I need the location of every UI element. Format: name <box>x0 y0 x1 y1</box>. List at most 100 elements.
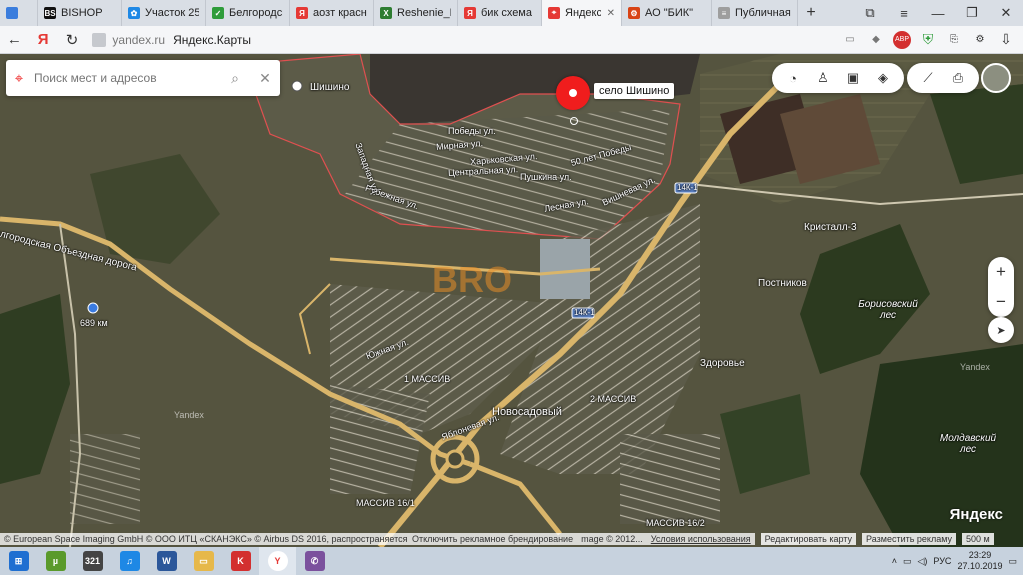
disable-ad-branding-link[interactable]: Отключить рекламное брендирование <box>408 533 578 545</box>
zoom-out-button[interactable]: − <box>988 287 1014 317</box>
browser-tab[interactable]: Яаозт красн <box>290 0 374 26</box>
taskbar-app-word[interactable]: W <box>148 547 185 575</box>
browser-tab[interactable]: ≡ Публичная <box>712 0 798 26</box>
print-icon[interactable]: ⎙ <box>943 70 973 86</box>
search-input[interactable] <box>32 70 220 86</box>
tab-label: аозт красн <box>313 7 367 19</box>
tab-list: BS BISHOP ✿ Участок 25 ✓ Белгородск Яаозт крас… <box>0 0 798 26</box>
music-app-icon: ♫ <box>119 551 140 571</box>
tab-favicon-icon: ≡ <box>718 7 730 19</box>
browser-tab[interactable] <box>0 0 38 26</box>
restore-button[interactable]: ❐ <box>955 0 989 26</box>
browser-tab[interactable]: Ябик схема <box>458 0 542 26</box>
browser-tab[interactable]: ⚙ АО "БИК" <box>622 0 712 26</box>
tab-label: Reshenie_Be <box>397 7 451 19</box>
search-icon[interactable]: ⌕ <box>220 70 250 87</box>
map-viewport[interactable]: BRO Шишино Белгородская Объездная дорога… <box>0 54 1023 547</box>
back-button[interactable]: ← <box>0 26 29 53</box>
scale-bar: 500 м <box>962 533 994 545</box>
network-icon[interactable]: ▭ <box>903 556 912 567</box>
label-watermark: BRO <box>432 259 512 300</box>
yandex-logo: Яндекс <box>949 506 1003 523</box>
ruler-icon[interactable]: ⟋ <box>913 70 943 86</box>
tray-expand-icon[interactable]: ˄ <box>892 556 897 566</box>
system-tray: ˄ ▭ ◁) РУС 23:29 27.10.2019 ▭ <box>892 550 1023 572</box>
translate-icon[interactable]: ⎘ <box>945 31 963 49</box>
reload-button[interactable]: ↻ <box>58 26 87 53</box>
browser-tab[interactable]: ✿ Участок 25 <box>122 0 206 26</box>
label-massiv1: 1 МАССИВ <box>404 374 451 384</box>
sync-icon[interactable]: ⚙ <box>971 31 989 49</box>
browser-tab[interactable]: ✓ Белгородск <box>206 0 290 26</box>
notifications-icon[interactable]: ▭ <box>1008 556 1017 567</box>
taskbar-app-calendar-321[interactable]: 321 <box>74 547 111 575</box>
layers-icon[interactable]: ◈ <box>868 70 898 86</box>
tab-label: Участок 25 <box>145 7 199 19</box>
bookmarks-icon[interactable]: ⧉ <box>853 0 887 26</box>
copyright-text: © European Space Imaging GmbH © ООО ИТЦ … <box>0 533 408 545</box>
tab-close-icon[interactable]: ✕ <box>607 8 615 19</box>
user-avatar[interactable] <box>981 63 1011 93</box>
transport-icon[interactable]: ▣ <box>838 70 868 86</box>
label-kristall[interactable]: Кристалл-3 <box>804 222 857 233</box>
lock-icon[interactable] <box>92 32 107 47</box>
panorama-icon[interactable]: ♙ <box>808 70 838 86</box>
selected-place-marker[interactable] <box>556 76 590 110</box>
label-689km: 689 км <box>80 318 108 328</box>
browser-tab[interactable]: X Reshenie_Be <box>374 0 458 26</box>
label-moldavsky[interactable]: Молдавский лес <box>938 433 998 455</box>
taskbar-apps: ⊞ µ 321 ♫ W ▭ K Y ✆ <box>0 547 333 575</box>
url-field[interactable]: yandex.ru Яндекс.Карты <box>92 30 841 50</box>
label-shishino[interactable]: Шишино <box>310 82 349 93</box>
taskbar-app-explorer[interactable]: ▭ <box>185 547 222 575</box>
volume-icon[interactable]: ◁) <box>917 556 927 567</box>
browser-tab[interactable]: BS BISHOP <box>38 0 122 26</box>
map-pin-icon: ⌖ <box>14 69 24 87</box>
viber-icon: ✆ <box>304 551 325 571</box>
minimize-button[interactable]: — <box>921 0 955 26</box>
menu-icon[interactable]: ≡ <box>887 0 921 26</box>
ad-placement-link[interactable]: Разместить рекламу <box>862 533 956 545</box>
tab-favicon-icon: X <box>380 7 392 19</box>
adblock-icon[interactable]: ABP <box>893 30 912 49</box>
zoom-in-button[interactable]: + <box>988 257 1014 287</box>
close-icon[interactable]: ✕ <box>250 70 280 87</box>
tab-favicon-icon: ✓ <box>212 7 224 19</box>
label-yandex-watermark: Yandex <box>174 410 204 420</box>
taskbar-app-music-app[interactable]: ♫ <box>111 547 148 575</box>
label-postnikov[interactable]: Постников <box>758 278 807 289</box>
calendar-321-icon: 321 <box>82 551 103 571</box>
yandex-home-icon[interactable]: Я <box>29 26 58 53</box>
label-novosadovy[interactable]: Новосадовый <box>492 406 562 418</box>
label-yandex-watermark-2: Yandex <box>960 362 990 372</box>
label-borisovsky[interactable]: Борисовский лес <box>858 299 918 321</box>
extensions: ▭ ◆ ABP ⛨ ⎘ ⚙ ⇩ <box>841 30 1015 49</box>
downloads-icon[interactable]: ⇩ <box>997 31 1015 49</box>
language-indicator[interactable]: РУС <box>933 556 951 566</box>
clock[interactable]: 23:29 27.10.2019 <box>957 550 1002 572</box>
road-shield-14k1-b: 14К-1 <box>574 308 595 317</box>
browser-tab[interactable]: ⌖ Яндекс.К ✕ <box>542 0 622 26</box>
selected-place-label[interactable]: село Шишино <box>594 83 675 99</box>
bookmark-icon[interactable]: ◆ <box>867 31 885 49</box>
kaspersky-icon: K <box>230 551 251 571</box>
terms-link[interactable]: Условия использования <box>646 533 755 545</box>
url-domain: yandex.ru <box>112 32 166 47</box>
taskbar-app-windows-start[interactable]: ⊞ <box>0 547 37 575</box>
label-zdorovye[interactable]: Здоровье <box>700 358 745 369</box>
tab-label: Белгородск <box>229 7 283 19</box>
taskbar-app-yandex-browser[interactable]: Y <box>259 547 296 575</box>
locate-me-button[interactable]: ➤ <box>988 317 1014 343</box>
taskbar-app-kaspersky[interactable]: K <box>222 547 259 575</box>
layer-tools: ◔ ♙ ▣ ◈ <box>772 63 904 93</box>
reader-icon[interactable]: ▭ <box>841 31 859 49</box>
edit-map-button[interactable]: Редактировать карту <box>760 533 857 545</box>
taskbar-app-utorrent[interactable]: µ <box>37 547 74 575</box>
taskbar-app-viber[interactable]: ✆ <box>296 547 333 575</box>
protect-icon[interactable]: ⛨ <box>919 31 937 49</box>
label-massiv16-1: МАССИВ 16/1 <box>356 498 415 508</box>
close-window-button[interactable]: ✕ <box>989 0 1023 26</box>
traffic-icon[interactable]: ◔ <box>778 71 808 86</box>
browser-tab-bar: BS BISHOP ✿ Участок 25 ✓ Белгородск Яаозт крас… <box>0 0 1023 26</box>
new-tab-button[interactable]: + <box>798 0 824 26</box>
